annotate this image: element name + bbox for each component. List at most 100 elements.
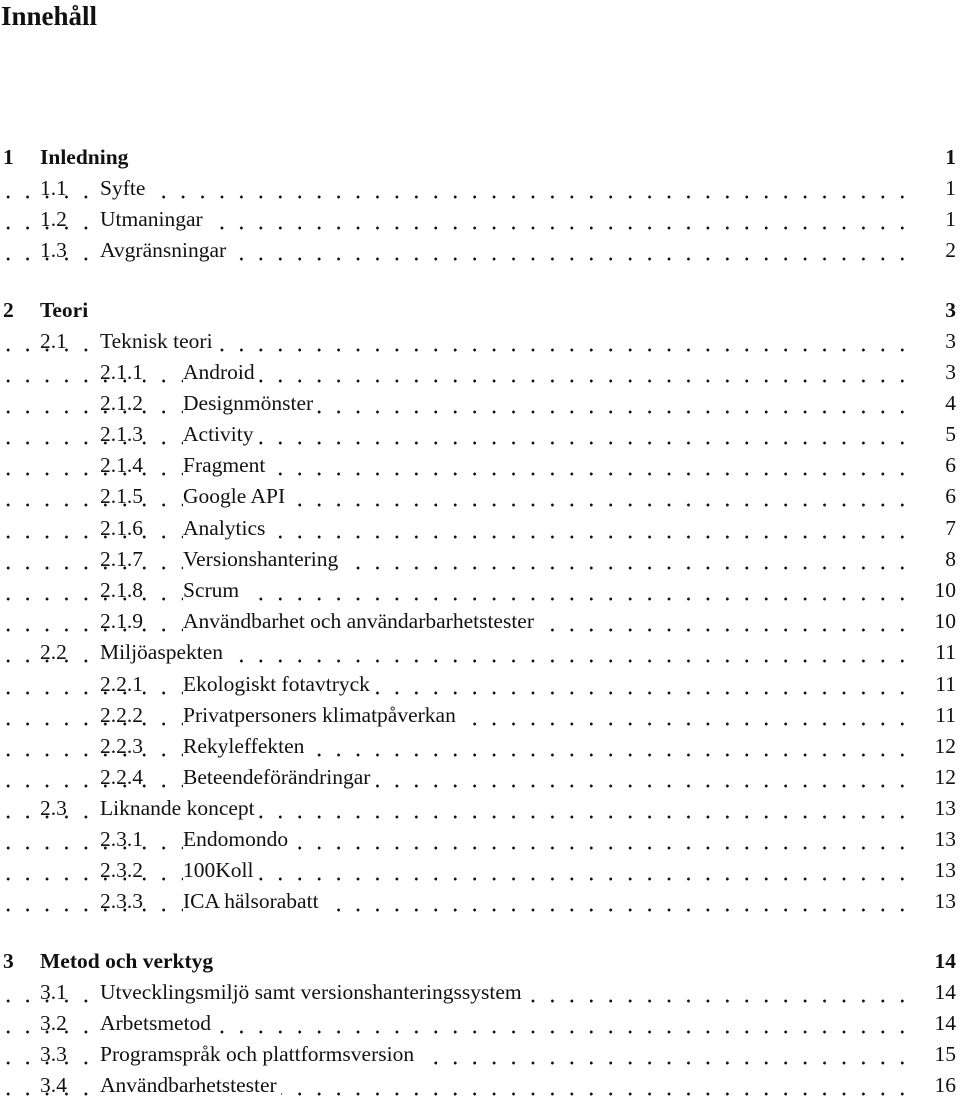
toc-section-row[interactable]: 3.2 Arbetsmetod 14 (0, 1008, 960, 1039)
subsection-title[interactable]: Android (183, 357, 259, 388)
subsection-title[interactable]: Analytics (183, 513, 270, 544)
page-number: 14 (934, 1011, 957, 1035)
toc-chapter-row[interactable]: 3 Metod och verktyg 14 (0, 946, 960, 977)
subsection-title[interactable]: Privatpersoners klimatpåverkan (183, 700, 460, 731)
chapter-number: 1 (3, 145, 14, 169)
subsection-title[interactable]: Designmönster (183, 388, 318, 419)
page-number: 11 (935, 703, 956, 727)
toc-chapter-row[interactable]: 2 Teori 3 (0, 295, 960, 326)
toc-subsection-row[interactable]: 2.2.1 Ekologiskt fotavtryck 11 (0, 669, 960, 700)
page-number: 8 (945, 547, 956, 571)
section-title[interactable]: Miljöaspekten (100, 637, 228, 668)
page-number: 5 (945, 422, 956, 446)
page-number: 1 (945, 176, 956, 200)
dot-leader (0, 419, 912, 450)
page-number: 11 (935, 672, 956, 696)
subsection-title[interactable]: 100Koll (183, 855, 258, 886)
toc-section-row[interactable]: 1.2 Utmaningar 1 (0, 204, 960, 235)
page-number: 1 (945, 145, 956, 169)
chapter-title[interactable]: Metod och verktyg (40, 946, 218, 977)
page-number: 12 (934, 765, 957, 789)
subsection-title[interactable]: Google API (183, 481, 290, 512)
section-title[interactable]: Användbarhetstester (100, 1070, 281, 1101)
page-number: 14 (934, 949, 957, 973)
subsection-title[interactable]: Ekologiskt fotavtryck (183, 669, 374, 700)
subsection-title[interactable]: Rekyleffekten (183, 731, 309, 762)
toc-section-row[interactable]: 3.4 Användbarhetstester 16 (0, 1070, 960, 1101)
dot-leader (0, 450, 912, 481)
dot-leader (0, 731, 912, 762)
toc-section-row[interactable]: 1.1 Syfte 1 (0, 173, 960, 204)
subsection-title[interactable]: ICA hälsorabatt (183, 886, 323, 917)
dot-leader (0, 575, 912, 606)
toc-subsection-row[interactable]: 2.1.2 Designmönster 4 (0, 388, 960, 419)
toc-subsection-row[interactable]: 2.1.3 Activity 5 (0, 419, 960, 450)
section-title[interactable]: Avgränsningar (100, 235, 231, 266)
subsection-title[interactable]: Endomondo (183, 824, 293, 855)
dot-leader (0, 544, 912, 575)
page-number: 15 (934, 1042, 957, 1066)
page-number: 2 (945, 238, 956, 262)
page-number: 16 (934, 1073, 957, 1097)
dot-leader (0, 762, 912, 793)
toc-section-row[interactable]: 2.1 Teknisk teori 3 (0, 326, 960, 357)
dot-leader (0, 824, 912, 855)
subsection-title[interactable]: Användbarhet och användarbarhetstester (183, 606, 539, 637)
toc-subsection-row[interactable]: 2.1.8 Scrum 10 (0, 575, 960, 606)
section-title[interactable]: Programspråk och plattformsversion (100, 1039, 419, 1070)
toc-subsection-row[interactable]: 2.2.4 Beteendeförändringar 12 (0, 762, 960, 793)
toc-section-row[interactable]: 2.3 Liknande koncept 13 (0, 793, 960, 824)
toc-subsection-row[interactable]: 2.3.2 100Koll 13 (0, 855, 960, 886)
subsection-title[interactable]: Scrum (183, 575, 244, 606)
page-number: 13 (934, 796, 957, 820)
toc-subsection-row[interactable]: 2.1.6 Analytics 7 (0, 513, 960, 544)
page-number: 13 (934, 858, 957, 882)
page-number: 11 (935, 640, 956, 664)
page-number: 12 (934, 734, 957, 758)
page-number: 1 (945, 207, 956, 231)
toc-subsection-row[interactable]: 2.1.1 Android 3 (0, 357, 960, 388)
dot-leader (0, 886, 912, 917)
toc-section-row[interactable]: 1.3 Avgränsningar 2 (0, 235, 960, 266)
dot-leader (0, 855, 912, 886)
section-title[interactable]: Teknisk teori (100, 326, 217, 357)
toc-subsection-row[interactable]: 2.2.3 Rekyleffekten 12 (0, 731, 960, 762)
chapter-title[interactable]: Teori (40, 295, 93, 326)
toc-title: Innehåll (1, 1, 98, 31)
page-number: 3 (945, 298, 956, 322)
toc-subsection-row[interactable]: 2.1.9 Användbarhet och användarbarhetste… (0, 606, 960, 637)
chapter-number: 2 (3, 298, 14, 322)
page-number: 13 (934, 889, 957, 913)
section-title[interactable]: Arbetsmetod (100, 1008, 216, 1039)
dot-leader (0, 669, 912, 700)
page-number: 6 (945, 453, 956, 477)
toc-section-row[interactable]: 3.3 Programspråk och plattformsversion 1… (0, 1039, 960, 1070)
toc-subsection-row[interactable]: 2.1.4 Fragment 6 (0, 450, 960, 481)
toc-subsection-row[interactable]: 2.3.1 Endomondo 13 (0, 824, 960, 855)
toc-subsection-row[interactable]: 2.1.5 Google API 6 (0, 481, 960, 512)
dot-leader (0, 388, 912, 419)
chapter-number: 3 (3, 949, 14, 973)
subsection-title[interactable]: Fragment (183, 450, 270, 481)
dot-leader (0, 357, 912, 388)
section-title[interactable]: Liknande koncept (100, 793, 259, 824)
section-title[interactable]: Utvecklingsmiljö samt versionshanterings… (100, 977, 526, 1008)
toc-subsection-row[interactable]: 2.2.2 Privatpersoners klimatpåverkan 11 (0, 700, 960, 731)
toc-subsection-row[interactable]: 2.3.3 ICA hälsorabatt 13 (0, 886, 960, 917)
chapter-title[interactable]: Inledning (40, 142, 133, 173)
subsection-title[interactable]: Beteendeförändringar (183, 762, 375, 793)
subsection-title[interactable]: Activity (183, 419, 258, 450)
toc-section-row[interactable]: 3.1 Utvecklingsmiljö samt versionshanter… (0, 977, 960, 1008)
page-number: 6 (945, 484, 956, 508)
page-number: 7 (945, 516, 956, 540)
dot-leader (0, 513, 912, 544)
section-title[interactable]: Utmaningar (100, 204, 207, 235)
subsection-title[interactable]: Versionshantering (183, 544, 343, 575)
page-number: 3 (945, 360, 956, 384)
toc-section-row[interactable]: 2.2 Miljöaspekten 11 (0, 637, 960, 668)
page-number: 14 (934, 980, 957, 1004)
toc-subsection-row[interactable]: 2.1.7 Versionshantering 8 (0, 544, 960, 575)
toc-chapter-row[interactable]: 1 Inledning 1 (0, 142, 960, 173)
page-number: 10 (934, 578, 957, 602)
section-title[interactable]: Syfte (100, 173, 150, 204)
